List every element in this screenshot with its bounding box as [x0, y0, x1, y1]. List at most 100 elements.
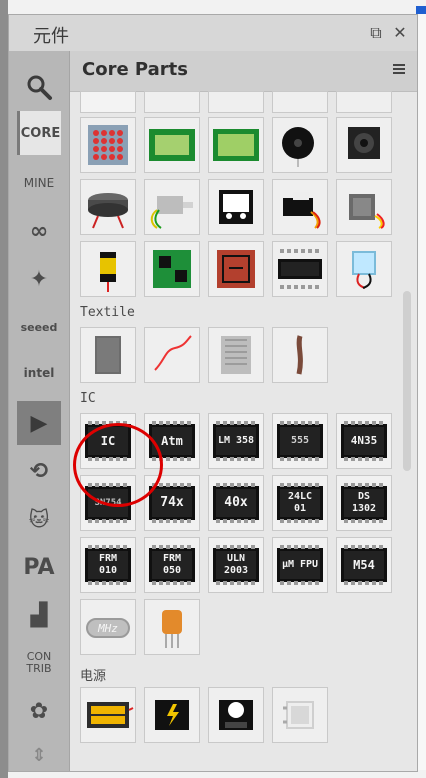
ds1302-part[interactable]: DS 1302	[336, 475, 392, 531]
flower-icon-glyph: ✿	[29, 698, 49, 724]
speaker-part[interactable]	[336, 117, 392, 173]
24lc01-part[interactable]: 24LC 01	[272, 475, 328, 531]
dip-chip-body	[278, 259, 322, 279]
textile-wire-part[interactable]	[272, 327, 328, 383]
ne555-part[interactable]: 555	[272, 413, 328, 469]
panel-titlebar: 元件 ⧉ ✕	[9, 15, 417, 52]
dip-chip-wrap	[274, 249, 326, 289]
seeed-icon[interactable]: seeed	[17, 305, 61, 349]
resonator-icon	[162, 610, 182, 648]
dip-chip-part[interactable]	[272, 241, 328, 297]
pa-icon-label: PA	[23, 554, 55, 580]
panel-title: 元件	[33, 26, 69, 47]
led-matrix-icon	[88, 125, 128, 165]
ic-label: FRM 050	[149, 548, 195, 582]
part-tile[interactable]	[80, 91, 136, 113]
sensor-glass-part[interactable]	[336, 241, 392, 297]
flower-icon[interactable]: ✿	[17, 689, 61, 733]
buzzer-icon	[282, 127, 314, 167]
vertical-scrollbar[interactable]	[403, 291, 411, 471]
green-board-part[interactable]	[144, 241, 200, 297]
umfpu-part[interactable]: μM FPU	[272, 537, 328, 593]
ic-label: 74x	[149, 486, 195, 520]
part-tile[interactable]	[336, 91, 392, 113]
chip-bin-icon[interactable]: ▟	[17, 593, 61, 637]
ic-row-4: MHz	[80, 599, 200, 657]
circuit-icon-glyph: ⟲	[29, 458, 49, 484]
contrib-tab[interactable]: CON TRIB	[17, 641, 61, 685]
40x-part[interactable]: 40x	[208, 475, 264, 531]
window: 元件 ⧉ ✕ CORE MINE ∞ ✦ seeed intel ▶ ⟲ 🐱 P…	[0, 0, 426, 778]
close-icon[interactable]: ✕	[391, 24, 409, 42]
fabric-icon	[95, 336, 121, 374]
search-icon[interactable]	[17, 65, 61, 109]
arduino-icon-glyph: ∞	[29, 218, 49, 244]
part-tile[interactable]	[208, 91, 264, 113]
parts-panel: 元件 ⧉ ✕ CORE MINE ∞ ✦ seeed intel ▶ ⟲ 🐱 P…	[8, 14, 418, 772]
lm358-part[interactable]: LM 358	[208, 413, 264, 469]
textile-thread-part[interactable]	[144, 327, 200, 383]
barrel-jack-icon	[283, 701, 314, 729]
servo-icon	[283, 192, 321, 229]
part-tile[interactable]	[144, 91, 200, 113]
core-tab-label: CORE	[20, 125, 61, 141]
cat-icon[interactable]: 🐱	[17, 497, 61, 541]
section-textile-label: Textile	[80, 305, 135, 320]
dc-motor-icon	[150, 196, 193, 229]
ble-module-part[interactable]	[208, 179, 264, 235]
bin-menu-icon[interactable]	[391, 61, 407, 77]
pa-icon[interactable]: PA	[17, 545, 61, 589]
servo-part[interactable]	[272, 179, 328, 235]
buzzer-part[interactable]	[272, 117, 328, 173]
sparkfun-icon[interactable]: ✦	[17, 257, 61, 301]
part-tile[interactable]	[272, 91, 328, 113]
bin-sidebar: CORE MINE ∞ ✦ seeed intel ▶ ⟲ 🐱 PA ▟ CON…	[9, 51, 70, 771]
mine-tab[interactable]: MINE	[17, 161, 61, 205]
ic-label: 555	[277, 424, 323, 458]
ic-label: M54	[341, 548, 387, 582]
red-board-part[interactable]	[208, 241, 264, 297]
core-tab[interactable]: CORE	[17, 111, 61, 155]
lcd-icon	[149, 129, 195, 161]
ic-label: FRM 010	[85, 548, 131, 582]
left-edge	[0, 0, 8, 778]
m54-part[interactable]: M54	[336, 537, 392, 593]
section-ic-label: IC	[80, 391, 96, 406]
lcd-large-part[interactable]	[208, 117, 264, 173]
voltage-reg-part[interactable]	[208, 687, 264, 743]
circuit-icon[interactable]: ⟲	[17, 449, 61, 493]
sparkfun-icon-glyph: ✦	[29, 266, 49, 292]
play-icon[interactable]: ▶	[17, 401, 61, 445]
power-row	[80, 687, 328, 745]
uln2003-part[interactable]: ULN 2003	[208, 537, 264, 593]
frm010-part[interactable]: FRM 010	[80, 537, 136, 593]
seeed-icon-label: seeed	[20, 320, 58, 334]
battery-pack-part[interactable]	[80, 687, 136, 743]
barrel-jack-part[interactable]	[272, 687, 328, 743]
resonator-part[interactable]	[144, 599, 200, 655]
dock-icon[interactable]: ⧉	[367, 24, 385, 42]
textile-wire-icon	[296, 335, 303, 375]
dc-motor-part[interactable]	[144, 179, 200, 235]
crystal-part[interactable]: MHz	[80, 599, 136, 655]
4n35-part[interactable]: 4N35	[336, 413, 392, 469]
ble-module-icon	[219, 190, 253, 224]
textile-board-part[interactable]	[208, 327, 264, 383]
scroll-arrows-icon[interactable]: ⇕	[17, 733, 61, 777]
power-plug-part[interactable]	[144, 687, 200, 743]
textile-row	[80, 327, 328, 385]
frm050-part[interactable]: FRM 050	[144, 537, 200, 593]
lcd-part[interactable]	[144, 117, 200, 173]
parts-row-2	[80, 179, 392, 237]
ic-label: LM 358	[213, 424, 259, 458]
battery-icon	[100, 252, 116, 292]
intel-icon[interactable]: intel	[17, 351, 61, 395]
section-power-label: 电源	[80, 669, 107, 684]
textile-fabric-part[interactable]	[80, 327, 136, 383]
piezo-icon	[88, 193, 128, 229]
stepper-part[interactable]	[336, 179, 392, 235]
arduino-icon[interactable]: ∞	[17, 209, 61, 253]
battery-part[interactable]	[80, 241, 136, 297]
piezo-part[interactable]	[80, 179, 136, 235]
led-matrix-part[interactable]	[80, 117, 136, 173]
